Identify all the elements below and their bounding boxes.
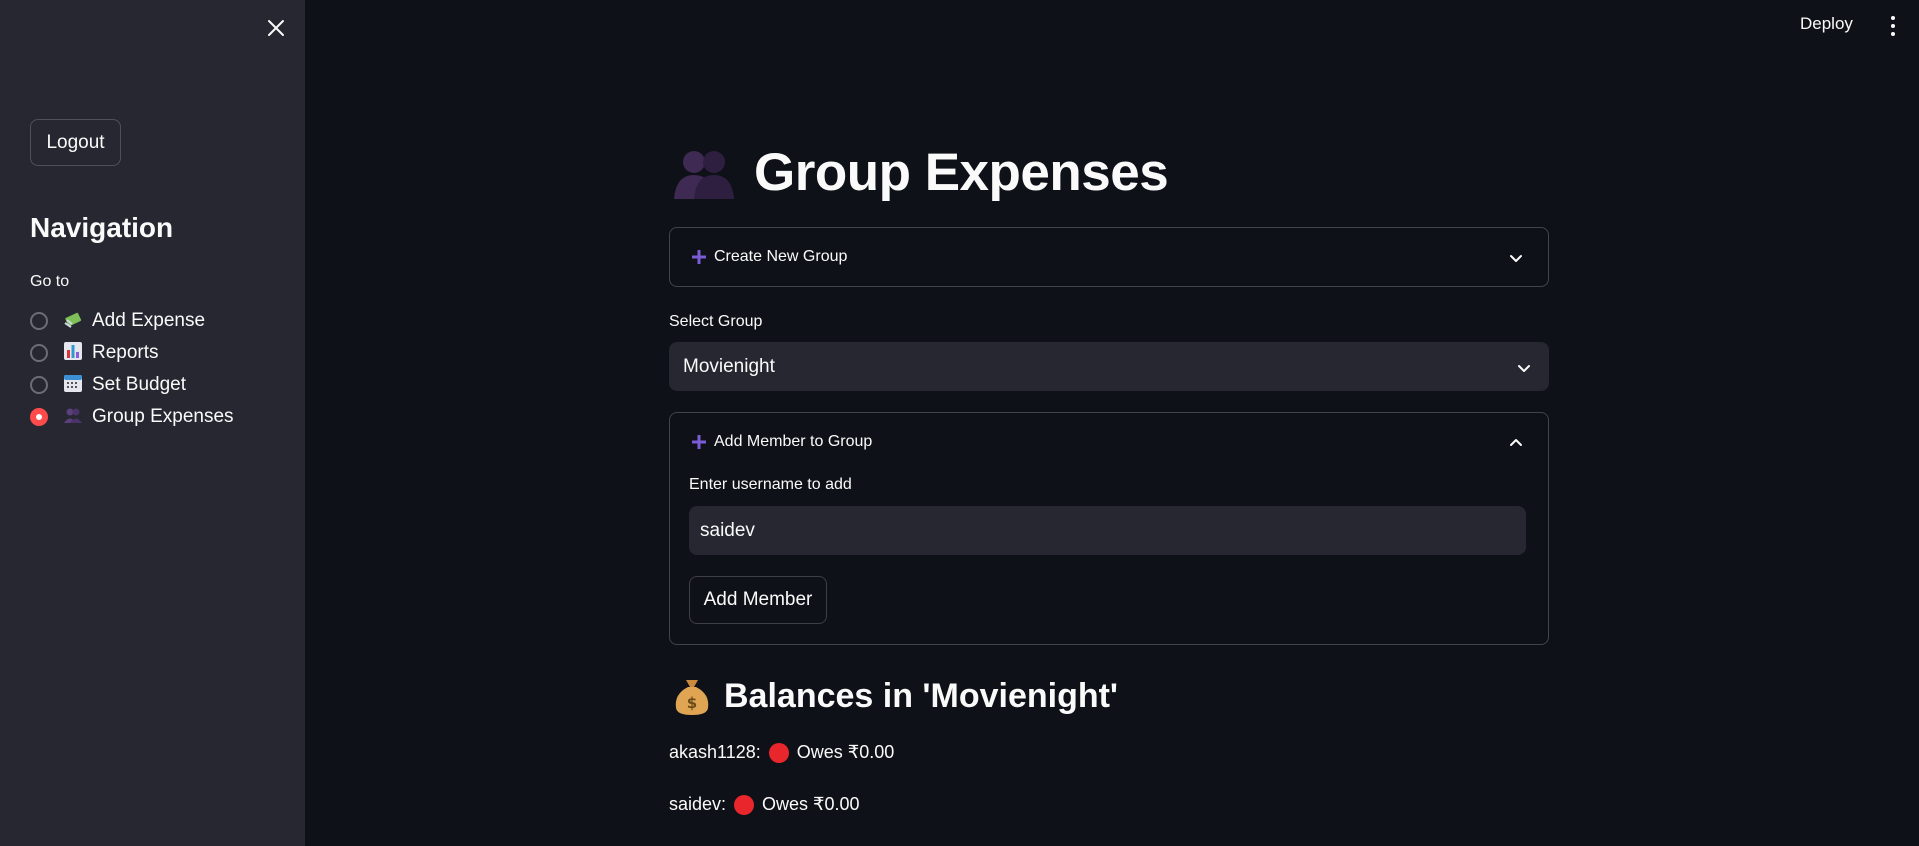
- page-title: Group Expenses: [754, 143, 1169, 202]
- nav-item-label: Group Expenses: [92, 406, 234, 427]
- calendar-icon: [62, 373, 84, 398]
- expander-label: Add Member to Group: [714, 433, 873, 450]
- balance-status: Owes ₹0.00: [762, 794, 860, 814]
- close-icon: [268, 20, 284, 36]
- money-bag-icon: $: [675, 680, 709, 715]
- add-member-button[interactable]: Add Member: [689, 576, 827, 624]
- kebab-menu-icon[interactable]: [1888, 14, 1898, 38]
- navigation-heading: Navigation: [30, 212, 174, 243]
- chevron-down-icon: [1518, 365, 1530, 372]
- plus-icon: [692, 250, 706, 264]
- deploy-button[interactable]: Deploy: [1800, 14, 1853, 34]
- balance-user: saidev:: [669, 794, 727, 814]
- bar-chart-icon: [62, 341, 84, 366]
- username-input[interactable]: [689, 506, 1526, 555]
- close-sidebar-button[interactable]: [263, 15, 289, 41]
- add-member-expander-header[interactable]: Add Member to Group: [670, 413, 1548, 471]
- create-group-expander[interactable]: Create New Group: [669, 227, 1549, 287]
- nav-item-set-budget[interactable]: Set Budget: [30, 369, 234, 401]
- group-select[interactable]: Movienight: [669, 342, 1549, 391]
- svg-text:$: $: [687, 694, 697, 712]
- create-group-expander-header[interactable]: Create New Group: [670, 228, 1548, 286]
- group-icon: [62, 405, 84, 430]
- username-field-label: Enter username to add: [689, 476, 852, 493]
- balances-heading-row: $ Balances in 'Movienight': [674, 676, 1118, 716]
- radio-button[interactable]: [30, 376, 48, 394]
- red-circle-icon: [734, 794, 755, 815]
- radio-button[interactable]: [30, 312, 48, 330]
- chevron-down-icon: [1510, 255, 1522, 262]
- busts-in-silhouette-icon: [674, 150, 734, 199]
- page-title-row: Group Expenses: [672, 142, 1169, 203]
- balances-heading: Balances in 'Movienight': [724, 676, 1119, 715]
- selected-group-value: Movienight: [683, 355, 775, 377]
- chevron-up-icon: [1510, 439, 1522, 446]
- money-wings-icon: [62, 309, 84, 334]
- nav-item-label: Set Budget: [92, 374, 187, 395]
- goto-label: Go to: [30, 273, 70, 290]
- radio-button[interactable]: [30, 344, 48, 362]
- expander-label: Create New Group: [714, 248, 848, 265]
- balance-user: akash1128:: [669, 742, 761, 762]
- nav-item-group-expenses[interactable]: Group Expenses: [30, 401, 234, 433]
- logout-button[interactable]: Logout: [30, 119, 121, 166]
- sidebar: Logout Navigation Go to Add Expense Repo…: [0, 0, 305, 846]
- nav-item-label: Reports: [92, 342, 159, 363]
- balance-row: saidev: Owes ₹0.00: [669, 794, 860, 815]
- nav-item-add-expense[interactable]: Add Expense: [30, 305, 234, 337]
- navigation-radio-group: Add Expense Reports Set Budget Group Exp…: [30, 305, 234, 433]
- balance-status: Owes ₹0.00: [796, 742, 895, 762]
- select-group-label: Select Group: [669, 313, 763, 330]
- red-circle-icon: [768, 742, 789, 763]
- plus-icon: [692, 435, 706, 449]
- radio-button-selected[interactable]: [30, 408, 48, 426]
- balance-row: akash1128: Owes ₹0.00: [669, 742, 894, 763]
- nav-item-label: Add Expense: [92, 310, 206, 331]
- nav-item-reports[interactable]: Reports: [30, 337, 234, 369]
